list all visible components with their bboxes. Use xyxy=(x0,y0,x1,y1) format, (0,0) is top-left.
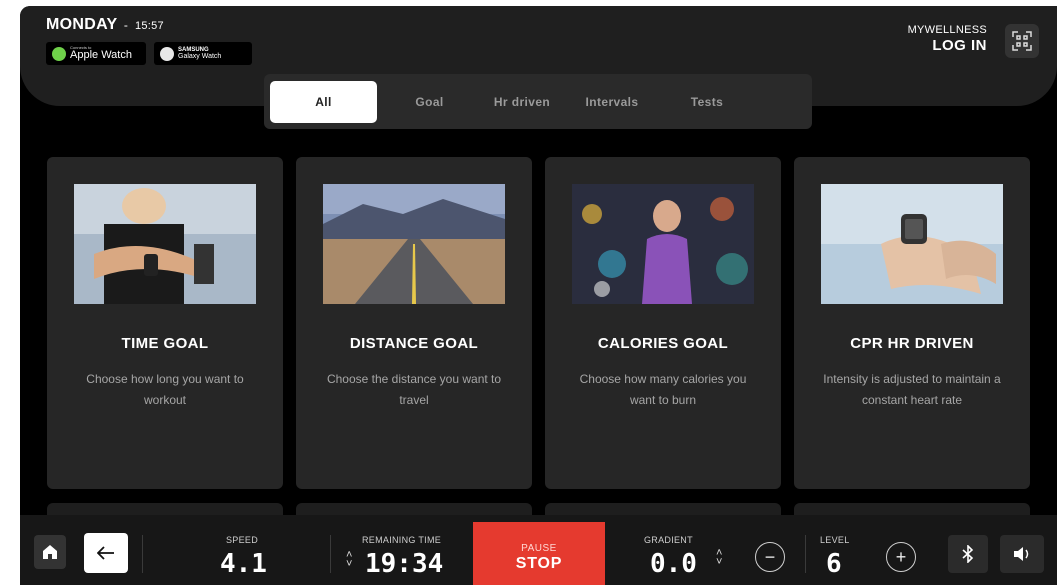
remaining-time-label: REMAINING TIME xyxy=(362,535,442,545)
card-image xyxy=(74,184,256,304)
card-description: Choose how long you want to workout xyxy=(86,372,244,407)
back-button[interactable] xyxy=(84,533,128,573)
qr-code-icon xyxy=(1012,31,1032,51)
gradient-label: GRADIENT xyxy=(644,535,693,545)
qr-scan-button[interactable] xyxy=(1005,24,1039,58)
card-title: CALORIES GOAL xyxy=(597,335,729,352)
gradient-stepper[interactable]: ˄ ˅ xyxy=(716,548,722,568)
apple-watch-icon xyxy=(52,46,66,61)
apple-badge-label: Apple Watch xyxy=(70,49,132,61)
date-separator: - xyxy=(123,18,129,32)
control-bar: SPEED 4.1 ˄ ˅ REMAINING TIME 19:34 PAUSE… xyxy=(20,515,1057,585)
workout-card-distance-goal[interactable]: DISTANCE GOAL Choose the distance you wa… xyxy=(296,157,532,489)
home-button[interactable] xyxy=(34,535,66,569)
tab-goal[interactable]: Goal xyxy=(377,81,482,123)
pause-stop-button[interactable]: PAUSE STOP xyxy=(473,522,605,585)
card-description: Choose the distance you want to travel xyxy=(326,372,502,407)
login-link[interactable]: LOG IN xyxy=(908,37,987,54)
workout-card-cpr-hr-driven[interactable]: CPR HR DRIVEN Intensity is adjusted to m… xyxy=(794,157,1030,489)
filter-tabs: All Goal Hr driven Intervals Tests xyxy=(264,74,812,129)
card-title: CPR HR DRIVEN xyxy=(850,335,974,352)
bluetooth-button[interactable] xyxy=(948,535,988,573)
card-description: Choose how many calories you want to bur… xyxy=(579,372,747,407)
apple-watch-button[interactable]: Connects to Apple Watch xyxy=(46,42,146,65)
card-image xyxy=(572,184,754,304)
pause-label: PAUSE xyxy=(521,543,557,554)
arrow-left-icon xyxy=(97,546,114,560)
mywellness-label: MYWELLNESS xyxy=(907,24,987,36)
level-label: LEVEL xyxy=(820,535,850,545)
decrease-level-button[interactable]: − xyxy=(755,542,785,572)
card-title: DISTANCE GOAL xyxy=(349,335,479,352)
samsung-badge-label: Galaxy Watch xyxy=(178,53,222,60)
tab-hr-driven[interactable]: Hr driven xyxy=(482,81,562,123)
divider xyxy=(805,535,806,573)
day-label: MONDAY xyxy=(46,16,118,33)
workout-card-calories-goal[interactable]: CALORIES GOAL Choose how many calories y… xyxy=(545,157,781,489)
date-time: MONDAY - 15:57 xyxy=(46,16,164,34)
tab-intervals[interactable]: Intervals xyxy=(562,81,662,123)
card-image xyxy=(821,184,1003,304)
minus-icon: − xyxy=(764,546,776,567)
remaining-time-value: 19:34 xyxy=(365,549,444,579)
speed-label: SPEED xyxy=(226,535,259,545)
divider xyxy=(142,535,143,573)
bluetooth-icon xyxy=(962,545,974,563)
gradient-value: 0.0 xyxy=(650,549,697,579)
clock: 15:57 xyxy=(134,20,164,32)
card-title: TIME GOAL xyxy=(121,335,209,352)
volume-button[interactable] xyxy=(1000,535,1044,573)
home-icon xyxy=(43,545,57,559)
galaxy-watch-button[interactable]: SAMSUNG Galaxy Watch xyxy=(154,42,252,65)
chevron-down-icon[interactable]: ˅ xyxy=(716,557,722,568)
card-description: Intensity is adjusted to maintain a cons… xyxy=(823,372,1001,407)
divider xyxy=(330,535,331,573)
speaker-icon xyxy=(1014,547,1029,561)
plus-icon: + xyxy=(895,546,907,567)
stop-label: STOP xyxy=(515,555,563,572)
time-adjust-stepper[interactable]: ˄ ˅ xyxy=(346,550,352,570)
mywellness-login[interactable]: MYWELLNESS LOG IN xyxy=(908,24,987,54)
chevron-down-icon[interactable]: ˅ xyxy=(346,559,352,570)
tab-tests[interactable]: Tests xyxy=(662,81,752,123)
console-screen: MONDAY - 15:57 Connects to Apple Watch S… xyxy=(20,6,1057,585)
level-value: 6 xyxy=(826,549,842,579)
workout-card-time-goal[interactable]: TIME GOAL Choose how long you want to wo… xyxy=(47,157,283,489)
increase-level-button[interactable]: + xyxy=(886,542,916,572)
galaxy-watch-icon xyxy=(160,46,174,61)
tab-all[interactable]: All xyxy=(270,80,377,123)
card-image xyxy=(323,184,505,304)
speed-value: 4.1 xyxy=(220,549,267,579)
